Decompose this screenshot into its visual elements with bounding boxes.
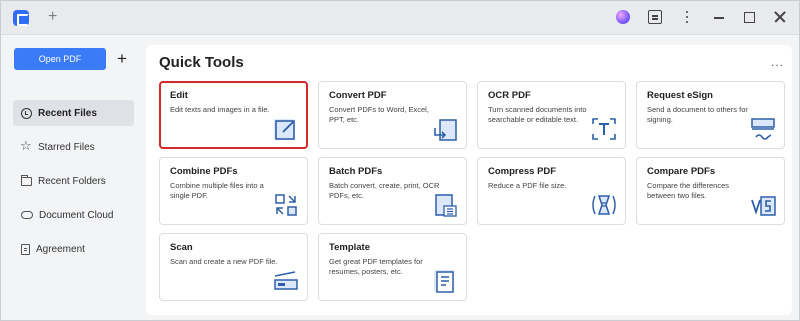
sidebar-item-label: Agreement (36, 243, 85, 255)
tool-card-compress-pdf[interactable]: Compress PDF Reduce a PDF file size. (477, 157, 626, 225)
tool-title: Compare PDFs (647, 166, 716, 177)
tool-description: Convert PDFs to Word, Excel, PPT, etc. (329, 105, 429, 124)
tool-description: Batch convert, create, print, OCR PDFs, … (329, 181, 440, 200)
minimize-icon[interactable] (712, 10, 726, 24)
compare-icon (751, 196, 776, 216)
app-window: + Open PDF + Recent Files Starred Files … (0, 0, 800, 321)
sidebar-item-starred-files[interactable]: Starred Files (13, 134, 134, 160)
close-icon[interactable] (773, 10, 787, 24)
template-icon (434, 270, 454, 293)
sidebar-item-document-cloud[interactable]: Document Cloud (13, 202, 134, 228)
more-vertical-icon[interactable] (680, 10, 694, 24)
sidebar-item-label: Recent Files (38, 107, 97, 119)
cloud-icon (21, 211, 33, 219)
tool-card-convert-pdf[interactable]: Convert PDF Convert PDFs to Word, Excel,… (318, 81, 467, 149)
combine-icon (275, 194, 297, 216)
tool-card-combine-pdfs[interactable]: Combine PDFs Combine multiple files into… (159, 157, 308, 225)
compress-icon (592, 195, 616, 215)
clock-icon (21, 107, 32, 119)
tool-description: Reduce a PDF file size. (488, 181, 567, 190)
tool-card-scan[interactable]: Scan Scan and create a new PDF file. (159, 233, 308, 301)
tool-description: Turn scanned documents into searchable o… (488, 105, 587, 124)
sidebar-item-recent-files[interactable]: Recent Files (13, 100, 134, 126)
sidebar-item-label: Recent Folders (38, 175, 106, 187)
scan-icon (274, 271, 298, 290)
user-avatar-icon[interactable] (616, 10, 630, 24)
tool-title: OCR PDF (488, 90, 531, 101)
tool-title: Convert PDF (329, 90, 387, 101)
tool-card-ocr-pdf[interactable]: OCR PDF Turn scanned documents into sear… (477, 81, 626, 149)
tool-description: Get great PDF templates for resumes, pos… (329, 257, 423, 276)
page-title: Quick Tools (159, 54, 244, 71)
sidebar-item-label: Document Cloud (39, 209, 114, 221)
tool-description: Edit texts and images in a file. (170, 105, 270, 114)
quick-tools-panel: Quick Tools ... Edit Edit texts and imag… (146, 45, 792, 315)
convert-icon (434, 119, 457, 141)
tool-description: Combine multiple files into a single PDF… (170, 181, 264, 200)
tool-description: Send a document to others for signing. (647, 105, 748, 124)
tool-title: Edit (170, 90, 188, 101)
add-button[interactable]: + (113, 48, 131, 70)
edit-icon (274, 119, 295, 140)
tool-title: Scan (170, 242, 193, 253)
maximize-icon[interactable] (744, 12, 755, 23)
tool-description: Compare the differences between two file… (647, 181, 729, 200)
tool-description: Scan and create a new PDF file. (170, 257, 278, 266)
sidebar-item-label: Starred Files (38, 141, 95, 153)
tool-title: Batch PDFs (329, 166, 383, 177)
document-icon (21, 243, 30, 255)
batch-icon (435, 194, 457, 217)
tool-card-compare-pdfs[interactable]: Compare PDFs Compare the differences bet… (636, 157, 785, 225)
star-icon (20, 139, 32, 154)
sidebar-item-agreement[interactable]: Agreement (13, 236, 134, 262)
more-options-icon[interactable]: ... (771, 55, 784, 69)
tool-title: Template (329, 242, 371, 253)
open-pdf-button[interactable]: Open PDF (14, 48, 106, 70)
tool-title: Compress PDF (488, 166, 557, 177)
sidebar-item-recent-folders[interactable]: Recent Folders (13, 168, 134, 194)
tool-card-template[interactable]: Template Get great PDF templates for res… (318, 233, 467, 301)
tool-title: Request eSign (647, 90, 713, 101)
ocr-icon (592, 118, 616, 140)
sidebar: Open PDF + Recent Files Starred Files Re… (1, 35, 144, 321)
tool-card-request-esign[interactable]: Request eSign Send a document to others … (636, 81, 785, 149)
tool-title: Combine PDFs (170, 166, 238, 177)
new-tab-button[interactable]: + (48, 8, 57, 26)
app-logo-icon (13, 10, 29, 26)
folder-icon (21, 175, 32, 186)
tool-card-batch-pdfs[interactable]: Batch PDFs Batch convert, create, print,… (318, 157, 467, 225)
feedback-icon[interactable] (648, 10, 662, 24)
tool-card-edit[interactable]: Edit Edit texts and images in a file. (159, 81, 308, 149)
title-bar: + (1, 1, 799, 35)
esign-icon (751, 118, 775, 140)
